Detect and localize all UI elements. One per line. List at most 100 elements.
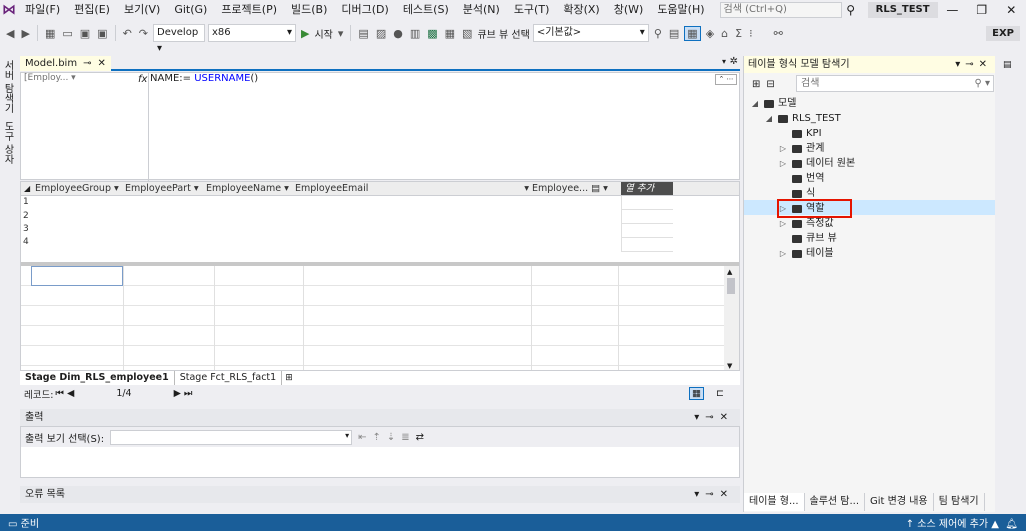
menu-debug[interactable]: 디버그(D) xyxy=(334,0,395,20)
tab-solution-explorer[interactable]: 솔루션 탐... xyxy=(805,493,866,511)
explorer-search-icon[interactable]: ⚲ ▾ xyxy=(974,76,990,91)
expand-all-icon[interactable]: ⊞ xyxy=(752,79,760,90)
pane-menu-icon[interactable]: ▾ xyxy=(694,489,705,500)
sort-icon[interactable]: ⁝ xyxy=(747,27,755,40)
next-record-icon[interactable]: ▶ ⏭ xyxy=(174,388,193,399)
measure-dropdown[interactable]: [Employ... ▾ xyxy=(24,73,86,85)
menu-window[interactable]: 창(W) xyxy=(607,0,651,20)
sum-icon[interactable]: Σ xyxy=(733,27,744,40)
grid-mode-icon[interactable]: ▦ xyxy=(689,387,705,400)
find-message-icon[interactable]: ⇤ xyxy=(358,432,366,443)
column-header-employeegroup[interactable]: EmployeeGroup ▾ xyxy=(35,182,125,195)
menu-project[interactable]: 프로젝트(P) xyxy=(214,0,284,20)
tree-node[interactable]: ▷ 테이블 xyxy=(778,246,834,261)
exp-button[interactable]: EXP xyxy=(986,25,1020,41)
configuration-dropdown[interactable]: Develop ▾ xyxy=(153,24,205,54)
pane-close-icon[interactable]: ✕ xyxy=(720,412,734,423)
live-share-icon[interactable]: ⚯ xyxy=(772,27,785,40)
scrollbar-thumb[interactable] xyxy=(727,278,735,294)
analyze-excel-icon[interactable]: ▤ xyxy=(667,27,681,40)
pane-pin-icon[interactable]: ⊸ xyxy=(705,489,719,500)
global-search-input[interactable]: 검색 (Ctrl+Q) xyxy=(719,2,842,18)
clear-all-icon[interactable]: ≣ xyxy=(401,432,409,443)
server-explorer-tab[interactable]: 서버 탐색기 xyxy=(0,56,15,117)
column-header-employeepart[interactable]: EmployeePart ▾ xyxy=(125,182,206,195)
import-data-icon[interactable]: ▤ xyxy=(356,27,370,40)
formula-expand-button[interactable]: ⌃ ⋯ xyxy=(715,74,737,85)
column-header-employeeemail[interactable]: EmployeeEmail ▾ xyxy=(295,182,532,195)
prev-message-icon[interactable]: ⇡ xyxy=(372,432,380,443)
restore-icon[interactable]: ❐ xyxy=(967,3,996,17)
tree-node[interactable]: 번역 xyxy=(778,171,824,186)
menu-tools[interactable]: 도구(T) xyxy=(507,0,557,20)
expand-arrow-icon[interactable]: ◢ xyxy=(764,111,774,126)
menu-extensions[interactable]: 확장(X) xyxy=(556,0,606,20)
tree-node[interactable]: ◢ RLS_TEST xyxy=(764,111,841,126)
start-play-icon[interactable]: ▶ xyxy=(299,27,311,40)
pin-icon[interactable]: ⊸ xyxy=(83,57,91,71)
vertical-scrollbar[interactable]: ▲ ▼ xyxy=(724,266,739,370)
database-icon[interactable]: ● xyxy=(391,27,405,40)
menu-view[interactable]: 보기(V) xyxy=(117,0,167,20)
start-button[interactable]: 시작 xyxy=(314,26,332,41)
tab-close-icon[interactable]: ✕ xyxy=(97,57,105,71)
save-icon[interactable]: ▣ xyxy=(78,27,92,40)
toolbox-tab[interactable]: 도구 상자 xyxy=(0,117,15,168)
find-icon[interactable]: ⚲ xyxy=(652,27,664,40)
pane-menu-icon[interactable]: ▾ xyxy=(955,59,965,70)
tree-node[interactable]: KPI xyxy=(778,126,822,141)
notification-bell-icon[interactable]: 🔔︎ xyxy=(1005,519,1018,530)
forward-icon[interactable]: ▶ xyxy=(19,27,31,40)
sheet-tab-add-icon[interactable]: ⊞ xyxy=(282,373,293,383)
tab-tabular-model-explorer[interactable]: 테이블 형... xyxy=(744,493,805,511)
pane-menu-icon[interactable]: ▾ xyxy=(694,412,705,423)
document-tab-model-bim[interactable]: Model.bim ⊸ ✕ xyxy=(20,56,111,71)
word-wrap-icon[interactable]: ⇄ xyxy=(416,432,424,443)
new-project-icon[interactable]: ▦ xyxy=(43,27,57,40)
menu-analyze[interactable]: 분석(N) xyxy=(456,0,507,20)
add-to-source-control[interactable]: ↑ 소스 제어에 추가 ▲ xyxy=(906,519,999,530)
menu-build[interactable]: 빌드(B) xyxy=(284,0,334,20)
tree-node[interactable]: ▷ 데이터 원본 xyxy=(778,156,855,171)
formula-input[interactable]: NAME:= USERNAME() xyxy=(150,73,258,84)
pane-close-icon[interactable]: ✕ xyxy=(720,489,734,500)
tab-team-explorer[interactable]: 팀 탐색기 xyxy=(934,493,985,511)
expand-arrow-icon[interactable]: ▷ xyxy=(778,246,788,261)
settings-gear-icon[interactable]: ✲ xyxy=(730,56,738,67)
cube-view-dropdown[interactable]: <기본값> ▾ xyxy=(532,24,649,42)
pane-close-icon[interactable]: ✕ xyxy=(979,59,992,70)
add-column-cells[interactable] xyxy=(621,196,673,252)
start-dropdown-icon[interactable]: ▾ xyxy=(336,27,346,40)
collapse-all-icon[interactable]: ⊟ xyxy=(766,79,774,90)
pane-pin-icon[interactable]: ⊸ xyxy=(705,412,719,423)
tab-overflow-icon[interactable]: ▾ xyxy=(722,57,726,66)
tab-git-changes[interactable]: Git 변경 내용 xyxy=(865,493,934,511)
filter-icon[interactable]: ⌂ xyxy=(719,27,730,40)
scroll-down-icon[interactable]: ▼ xyxy=(727,362,732,370)
table-icon[interactable]: ▥ xyxy=(408,27,422,40)
output-source-dropdown[interactable]: ▾ xyxy=(110,429,353,445)
column-header-employeename[interactable]: EmployeeName ▾ xyxy=(206,182,295,195)
notifications-strip-icon[interactable]: ▤ xyxy=(995,56,1026,74)
tree-node[interactable]: ◢ 모델 xyxy=(750,96,796,111)
grid-icon[interactable]: ▦ xyxy=(443,27,457,40)
expand-arrow-icon[interactable]: ▷ xyxy=(778,156,788,171)
menu-file[interactable]: 파일(F) xyxy=(18,0,67,20)
select-all-corner[interactable]: ◢ xyxy=(21,182,35,195)
first-record-icon[interactable]: ⏮ ◀ xyxy=(55,388,74,399)
expand-arrow-icon[interactable]: ▷ xyxy=(778,141,788,156)
diagram-mode-icon[interactable]: ⊏ xyxy=(716,388,724,399)
next-message-icon[interactable]: ⇣ xyxy=(387,432,395,443)
search-icon[interactable]: ⚲ xyxy=(842,3,860,17)
diagram-view-icon[interactable]: ◈ xyxy=(704,27,716,40)
save-all-icon[interactable]: ▣ xyxy=(95,27,109,40)
grid-view-icon[interactable]: ▦ xyxy=(684,25,701,41)
selected-measure-cell[interactable] xyxy=(31,266,123,286)
column-header-employee-truncated[interactable]: Employee... ▤ ▾ xyxy=(532,182,621,195)
platform-dropdown[interactable]: x86 ▾ xyxy=(208,24,296,42)
tree-node[interactable]: 큐브 뷰 xyxy=(778,231,837,246)
menu-git[interactable]: Git(G) xyxy=(167,0,214,20)
tree-node[interactable]: ▷ 측정값 xyxy=(778,216,834,231)
menu-edit[interactable]: 편집(E) xyxy=(67,0,117,20)
close-icon[interactable]: ✕ xyxy=(997,3,1026,17)
